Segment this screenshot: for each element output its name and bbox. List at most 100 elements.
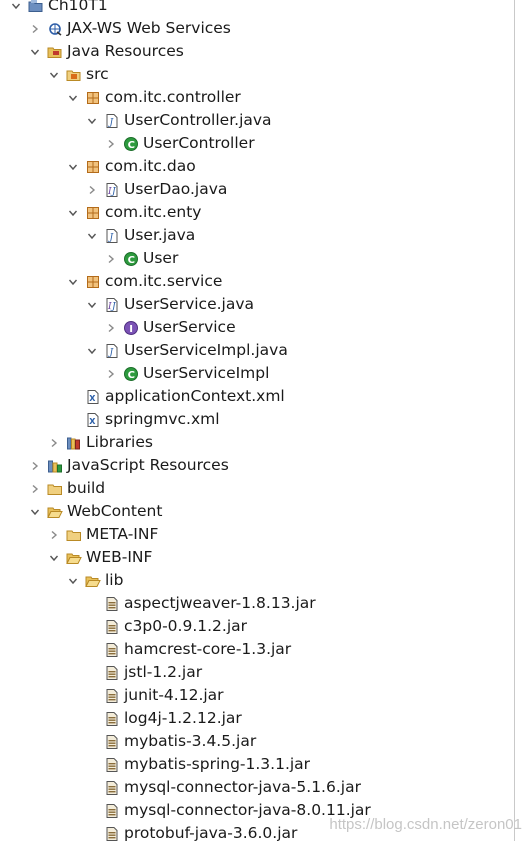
pkg-dao[interactable]: com.itc.dao xyxy=(65,155,196,178)
chevron-right-icon[interactable] xyxy=(46,527,62,543)
jar-junit[interactable]: junit-4.12.jar xyxy=(84,684,224,707)
tree-item-label: lib xyxy=(105,571,124,589)
jar-aspectjweaver[interactable]: aspectjweaver-1.8.13.jar xyxy=(84,592,316,615)
jar-mybatis[interactable]: mybatis-3.4.5.jar xyxy=(84,730,256,753)
svg-text:C: C xyxy=(128,139,135,150)
tree-item-label: jstl-1.2.jar xyxy=(124,663,203,681)
jar-protobuf[interactable]: protobuf-java-3.6.0.jar xyxy=(84,822,297,845)
open-folder-icon xyxy=(66,550,82,566)
jar-log4j[interactable]: log4j-1.2.12.jar xyxy=(84,707,242,730)
tree-item-label: mybatis-3.4.5.jar xyxy=(124,732,257,750)
chevron-right-icon[interactable] xyxy=(27,481,43,497)
pkg-controller[interactable]: com.itc.controller xyxy=(65,86,241,109)
tree-item-label: User xyxy=(143,249,179,267)
tree-item-label: mysql-connector-java-5.1.6.jar xyxy=(124,778,361,796)
chevron-down-icon[interactable] xyxy=(65,90,81,106)
file-usercontroller-java[interactable]: J UserController.java xyxy=(84,109,272,132)
jar-jstl[interactable]: jstl-1.2.jar xyxy=(84,661,202,684)
chevron-down-icon[interactable] xyxy=(8,0,24,14)
file-userservice-java[interactable]: I J UserService.java xyxy=(84,293,254,316)
folder-web-inf[interactable]: WEB-INF xyxy=(46,546,152,569)
interface-icon: I xyxy=(123,320,139,336)
svg-text:C: C xyxy=(128,254,135,265)
chevron-right-icon[interactable] xyxy=(84,182,100,198)
javascript-resources-icon xyxy=(47,458,63,474)
file-user-java[interactable]: J User.java xyxy=(84,224,195,247)
tree-item-label: JavaScript Resources xyxy=(67,456,229,474)
project-ch10t1[interactable]: Ch10T1 xyxy=(8,0,108,17)
jar-mybatis-spring[interactable]: mybatis-spring-1.3.1.jar xyxy=(84,753,310,776)
jar-icon xyxy=(104,711,120,727)
chevron-right-icon[interactable] xyxy=(27,21,43,37)
node-libraries[interactable]: Libraries xyxy=(46,431,153,454)
package-icon xyxy=(85,159,101,175)
chevron-down-icon[interactable] xyxy=(65,573,81,589)
chevron-down-icon[interactable] xyxy=(84,297,100,313)
chevron-down-icon[interactable] xyxy=(46,67,62,83)
chevron-right-icon[interactable] xyxy=(46,435,62,451)
jar-icon xyxy=(104,642,120,658)
node-jax-ws[interactable]: JAX-WS Web Services xyxy=(27,17,231,40)
chevron-down-icon[interactable] xyxy=(27,504,43,520)
tree-item-label: UserServiceImpl xyxy=(143,364,270,382)
chevron-down-icon[interactable] xyxy=(84,343,100,359)
folder-lib[interactable]: lib xyxy=(65,569,123,592)
folder-build[interactable]: build xyxy=(27,477,105,500)
tree-item-label: protobuf-java-3.6.0.jar xyxy=(124,824,298,842)
jar-mysql-connector-5[interactable]: mysql-connector-java-5.1.6.jar xyxy=(84,776,361,799)
svg-text:C: C xyxy=(128,369,135,380)
tree-item-label: UserService xyxy=(143,318,236,336)
open-folder-icon xyxy=(85,573,101,589)
folder-webcontent[interactable]: WebContent xyxy=(27,500,162,523)
class-userserviceimpl[interactable]: C UserServiceImpl xyxy=(103,362,269,385)
class-usercontroller[interactable]: C UserController xyxy=(103,132,255,155)
node-src[interactable]: src xyxy=(46,63,109,86)
tree-item-label: junit-4.12.jar xyxy=(124,686,224,704)
file-userserviceimpl-java[interactable]: J UserServiceImpl.java xyxy=(84,339,288,362)
node-java-resources[interactable]: Java Resources xyxy=(27,40,184,63)
chevron-down-icon[interactable] xyxy=(84,113,100,129)
tree-item-label: WebContent xyxy=(67,502,163,520)
jar-icon xyxy=(104,688,120,704)
interface-userservice[interactable]: I UserService xyxy=(103,316,236,339)
jar-c3p0[interactable]: c3p0-0.9.1.2.jar xyxy=(84,615,247,638)
chevron-down-icon[interactable] xyxy=(65,274,81,290)
pkg-enty[interactable]: com.itc.enty xyxy=(65,201,201,224)
panel-border xyxy=(514,0,515,841)
chevron-right-icon[interactable] xyxy=(103,136,119,152)
node-javascript-resources[interactable]: JavaScript Resources xyxy=(27,454,229,477)
chevron-down-icon[interactable] xyxy=(46,550,62,566)
tree-item-label: c3p0-0.9.1.2.jar xyxy=(124,617,248,635)
chevron-down-icon[interactable] xyxy=(84,228,100,244)
folder-meta-inf[interactable]: META-INF xyxy=(46,523,158,546)
chevron-down-icon[interactable] xyxy=(65,205,81,221)
class-icon: C xyxy=(123,251,139,267)
chevron-right-icon[interactable] xyxy=(27,458,43,474)
libraries-icon xyxy=(66,435,82,451)
jar-mysql-connector-8[interactable]: mysql-connector-java-8.0.11.jar xyxy=(84,799,371,822)
project-explorer-tree: Ch10T1 JAX-WS Web Services Java Resources s… xyxy=(0,0,515,842)
class-user[interactable]: C User xyxy=(103,247,178,270)
jar-hamcrest[interactable]: hamcrest-core-1.3.jar xyxy=(84,638,291,661)
chevron-right-icon[interactable] xyxy=(103,251,119,267)
tree-item-label: UserDao.java xyxy=(124,180,228,198)
chevron-right-icon[interactable] xyxy=(103,366,119,382)
package-icon xyxy=(85,90,101,106)
java-file-icon: J xyxy=(104,343,120,359)
pkg-service[interactable]: com.itc.service xyxy=(65,270,222,293)
chevron-down-icon[interactable] xyxy=(27,44,43,60)
chevron-right-icon[interactable] xyxy=(103,320,119,336)
chevron-down-icon[interactable] xyxy=(65,159,81,175)
file-springmvc-xml[interactable]: Xspringmvc.xml xyxy=(65,408,220,431)
file-applicationcontext-xml[interactable]: XapplicationContext.xml xyxy=(65,385,285,408)
class-icon: C xyxy=(123,366,139,382)
file-userdao-java[interactable]: I J UserDao.java xyxy=(84,178,227,201)
